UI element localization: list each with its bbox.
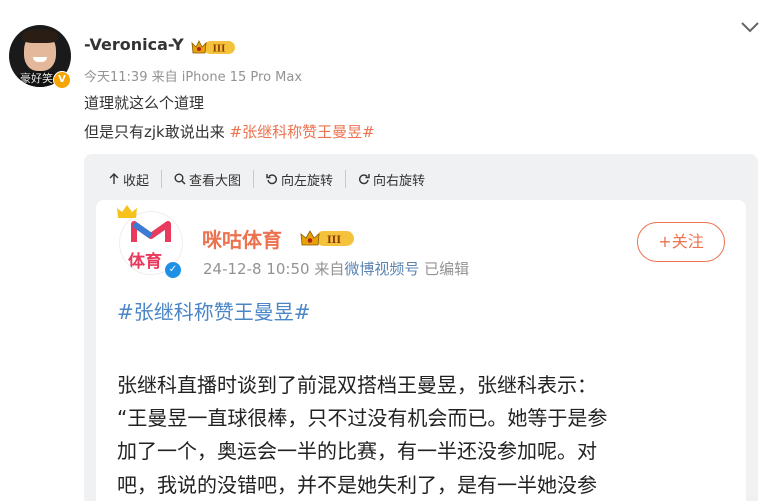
image-toolbar: 收起 查看大图 向左旋转 向右旋转 [84, 154, 758, 204]
collapse-label: 收起 [123, 173, 150, 189]
post-date: 24-12-8 10:50 [203, 260, 310, 278]
rotate-left-label: 向左旋转 [281, 173, 334, 189]
verified-badge-icon: V [53, 71, 71, 89]
post-text-line: 道理就这么个道理 [84, 94, 205, 112]
level-badge-icon[interactable]: III [299, 228, 355, 248]
weibo-post: 豪好笑 V -Veronica-Y III 今天11:39 来自 iPhone … [0, 0, 768, 501]
rotate-left-icon [266, 174, 278, 185]
rotate-right-label: 向右旋转 [373, 173, 426, 189]
media-name-link[interactable]: 咪咕体育 [202, 224, 282, 253]
view-large-button[interactable]: 查看大图 [161, 170, 253, 189]
avatar-watermark: 豪好笑 [20, 72, 53, 85]
rotate-right-icon [359, 174, 370, 185]
rotate-left-button[interactable]: 向左旋转 [253, 170, 345, 189]
source-prefix: 来自 [314, 260, 345, 278]
avatar-hair [22, 29, 58, 43]
embedded-text-line: 加了一个，奥运会一半的比赛，有一半还没参加呢。对 [117, 439, 597, 463]
post-text-prefix: 但是只有zjk敢说出来 [84, 123, 230, 141]
crown-icon [117, 205, 137, 218]
post-meta: 今天11:39 来自 iPhone 15 Pro Max [84, 70, 303, 85]
level-badge-icon[interactable]: III [190, 38, 236, 56]
search-icon [174, 173, 186, 185]
embedded-text-line: 张继科直播时谈到了前混双搭档王曼昱，张继科表示： [117, 373, 597, 397]
level-badge-text: III [213, 45, 226, 55]
view-large-label: 查看大图 [189, 173, 242, 189]
rotate-right-button[interactable]: 向右旋转 [345, 170, 437, 189]
level-badge-text: III [327, 235, 341, 246]
embedded-text-line: “王曼昱一直球很棒，只不过没有机会而已。她等于是参 [117, 406, 608, 430]
embedded-text-line: 吧，我说的没错吧，并不是她失利了，是有一半她没参 [117, 473, 597, 497]
media-meta: 24-12-8 10:50 来自微博视频号 已编辑 [203, 258, 469, 279]
arrow-up-icon [109, 173, 119, 184]
verified-badge-icon: ✓ [164, 261, 182, 279]
source-link[interactable]: 微博视频号 [344, 260, 419, 278]
chevron-down-icon[interactable] [740, 20, 760, 34]
media-logo-text: 体育 [128, 251, 162, 272]
edited-label: 已编辑 [424, 260, 470, 278]
post-text-line: 但是只有zjk敢说出来 #张继科称赞王曼昱# [84, 121, 375, 142]
collapse-button[interactable]: 收起 [84, 170, 161, 189]
embedded-hashtag[interactable]: #张继科称赞王曼昱# [117, 296, 311, 325]
hashtag-link[interactable]: #张继科称赞王曼昱# [230, 123, 375, 141]
username-link[interactable]: -Veronica-Y [84, 35, 184, 54]
follow-button[interactable]: +关注 [637, 222, 725, 262]
